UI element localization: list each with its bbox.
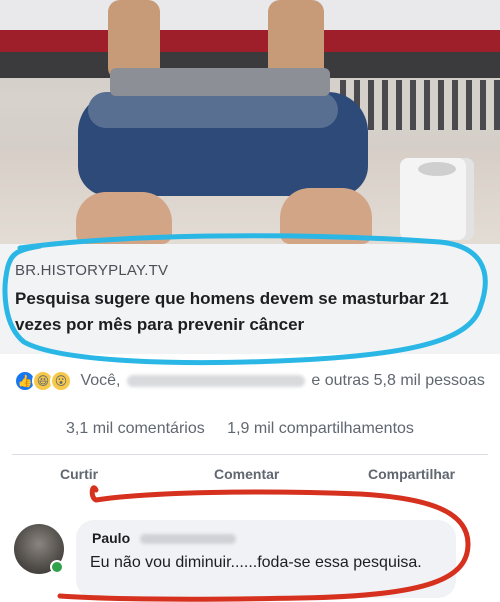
- boxers: [110, 68, 330, 96]
- share-button[interactable]: Compartilhar: [368, 466, 455, 482]
- comment-author[interactable]: Paulo: [92, 530, 237, 546]
- shares-count[interactable]: 1,9 mil compartilhamentos: [227, 420, 414, 437]
- comment-button[interactable]: Comentar: [214, 466, 279, 482]
- jeans-fold: [88, 92, 338, 128]
- bed-mattress: [0, 0, 500, 34]
- divider: [12, 454, 488, 455]
- comment-author-name[interactable]: Paulo: [92, 530, 130, 546]
- toilet-paper-core: [418, 162, 456, 176]
- blurred-surname: [140, 534, 237, 545]
- online-status-icon: [50, 560, 64, 574]
- comments-count[interactable]: 3,1 mil comentários: [66, 420, 205, 437]
- engagement-counts: 3,1 mil comentários 1,9 mil compartilham…: [66, 420, 432, 438]
- reactions-summary[interactable]: 👍 😆 😮 Você, e outras 5,8 mil pessoas: [14, 370, 494, 392]
- reactions-suffix: e outras 5,8 mil pessoas: [311, 372, 485, 390]
- like-button[interactable]: Curtir: [60, 466, 98, 482]
- right-foot: [280, 188, 372, 244]
- post-photo[interactable]: [0, 0, 500, 244]
- left-foot: [76, 192, 172, 244]
- comment-text: Eu não vou diminuir......foda-se essa pe…: [90, 554, 422, 571]
- wow-icon: 😮: [50, 370, 72, 392]
- link-domain: BR.HISTORYPLAY.TV: [15, 262, 169, 279]
- link-title[interactable]: Pesquisa sugere que homens devem se mast…: [15, 286, 490, 338]
- post-actions: Curtir Comentar Compartilhar: [0, 466, 500, 492]
- blurred-name: [126, 375, 305, 387]
- reaction-icons: 👍 😆 😮: [14, 370, 76, 392]
- reactions-prefix: Você,: [80, 372, 121, 390]
- bed-frame: [0, 30, 500, 52]
